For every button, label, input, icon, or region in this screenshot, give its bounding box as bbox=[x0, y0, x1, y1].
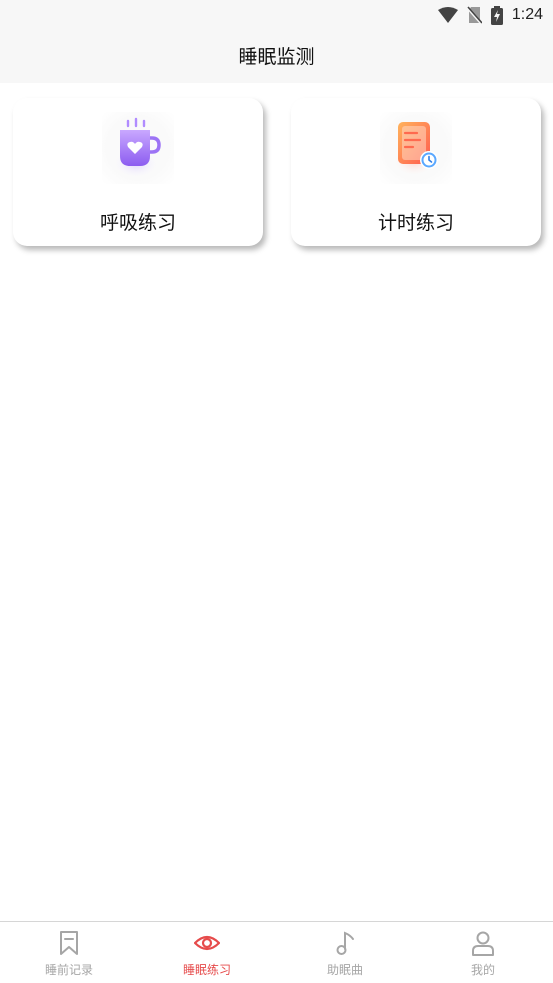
tab-label: 睡眠练习 bbox=[182, 963, 231, 977]
app-header: 睡眠监测 bbox=[0, 30, 553, 83]
person-icon bbox=[472, 931, 494, 956]
eye-icon bbox=[194, 935, 220, 951]
wifi-icon bbox=[437, 7, 458, 23]
tab-sleep-records[interactable]: 睡前记录 bbox=[0, 922, 138, 983]
no-sim-icon bbox=[466, 6, 482, 24]
tab-profile[interactable]: 我的 bbox=[414, 922, 552, 983]
battery-charging-icon bbox=[490, 5, 503, 25]
card-label: 计时练习 bbox=[377, 212, 454, 234]
tab-label: 助眠曲 bbox=[326, 963, 363, 977]
status-icons: 1:24 bbox=[437, 5, 543, 25]
coffee-cup-heart-icon bbox=[102, 112, 174, 184]
timed-practice-card[interactable]: 计时练习 bbox=[291, 98, 541, 246]
bookmark-icon bbox=[60, 931, 78, 955]
page-title: 睡眠监测 bbox=[238, 46, 315, 68]
tab-label: 睡前记录 bbox=[44, 963, 93, 977]
bottom-tab-bar: 睡前记录 睡眠练习 助眠曲 我的 bbox=[0, 921, 553, 983]
tab-sleep-music[interactable]: 助眠曲 bbox=[276, 922, 414, 983]
breathing-practice-card[interactable]: 呼吸练习 bbox=[13, 98, 263, 246]
status-bar: 1:24 bbox=[0, 0, 553, 30]
document-clock-icon bbox=[380, 112, 452, 184]
card-label: 呼吸练习 bbox=[99, 212, 176, 234]
tab-label: 我的 bbox=[470, 963, 495, 977]
tab-sleep-practice[interactable]: 睡眠练习 bbox=[138, 922, 276, 983]
status-time: 1:24 bbox=[511, 6, 543, 23]
music-note-icon bbox=[336, 931, 354, 955]
